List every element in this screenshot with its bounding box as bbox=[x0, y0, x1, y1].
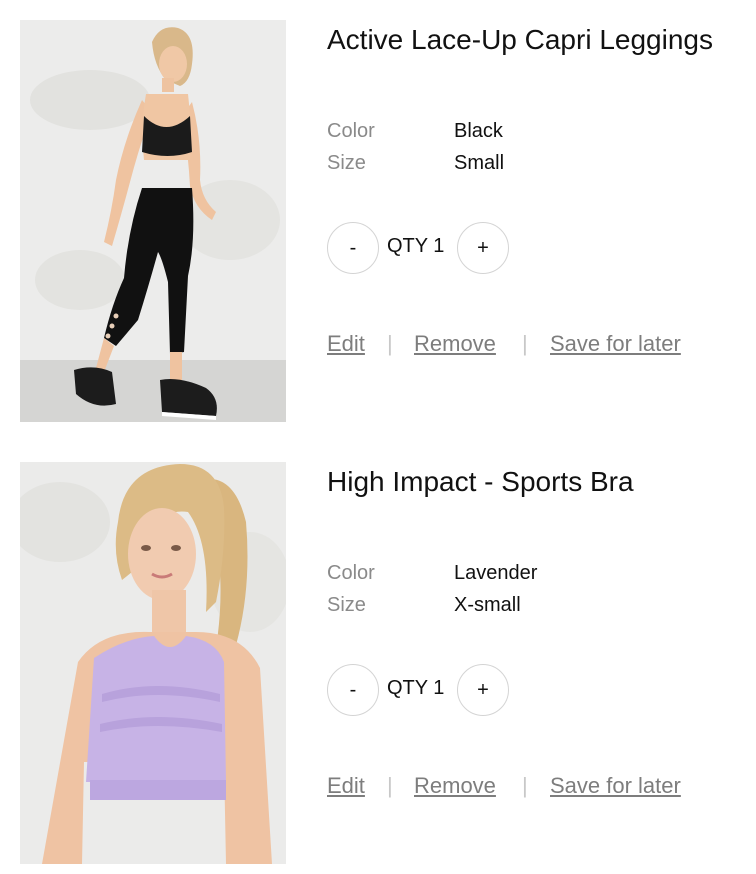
save-for-later-link[interactable]: Save for later bbox=[550, 773, 681, 799]
size-label: Size bbox=[327, 594, 366, 616]
save-for-later-link[interactable]: Save for later bbox=[550, 331, 681, 357]
link-separator: | bbox=[522, 773, 528, 798]
decrease-quantity-button[interactable]: - bbox=[327, 664, 379, 716]
increase-quantity-button[interactable]: + bbox=[457, 664, 509, 716]
link-separator: | bbox=[387, 331, 393, 356]
product-name[interactable]: Active Lace-Up Capri Leggings bbox=[327, 22, 713, 58]
link-separator: | bbox=[387, 773, 393, 798]
color-label: Color bbox=[327, 562, 375, 584]
size-label: Size bbox=[327, 152, 366, 174]
color-label: Color bbox=[327, 120, 375, 142]
edit-link[interactable]: Edit bbox=[327, 331, 365, 357]
quantity-label: QTY 1 bbox=[387, 235, 445, 257]
product-image[interactable] bbox=[20, 462, 286, 864]
quantity-label: QTY 1 bbox=[387, 677, 445, 699]
edit-link[interactable]: Edit bbox=[327, 773, 365, 799]
leggings-product-photo bbox=[20, 20, 286, 422]
decrease-quantity-button[interactable]: - bbox=[327, 222, 379, 274]
cart-item: Active Lace-Up Capri Leggings Color Blac… bbox=[0, 20, 756, 422]
size-value: X-small bbox=[454, 594, 521, 616]
sports-bra-product-photo bbox=[20, 462, 286, 864]
increase-quantity-button[interactable]: + bbox=[457, 222, 509, 274]
size-value: Small bbox=[454, 152, 505, 174]
product-image[interactable] bbox=[20, 20, 286, 422]
product-name[interactable]: High Impact - Sports Bra bbox=[327, 464, 634, 500]
remove-link[interactable]: Remove bbox=[414, 331, 496, 357]
color-value: Black bbox=[454, 120, 503, 142]
remove-link[interactable]: Remove bbox=[414, 773, 496, 799]
link-separator: | bbox=[522, 331, 528, 356]
cart-item: High Impact - Sports Bra Color Lavender … bbox=[0, 462, 756, 864]
color-value: Lavender bbox=[454, 562, 538, 584]
